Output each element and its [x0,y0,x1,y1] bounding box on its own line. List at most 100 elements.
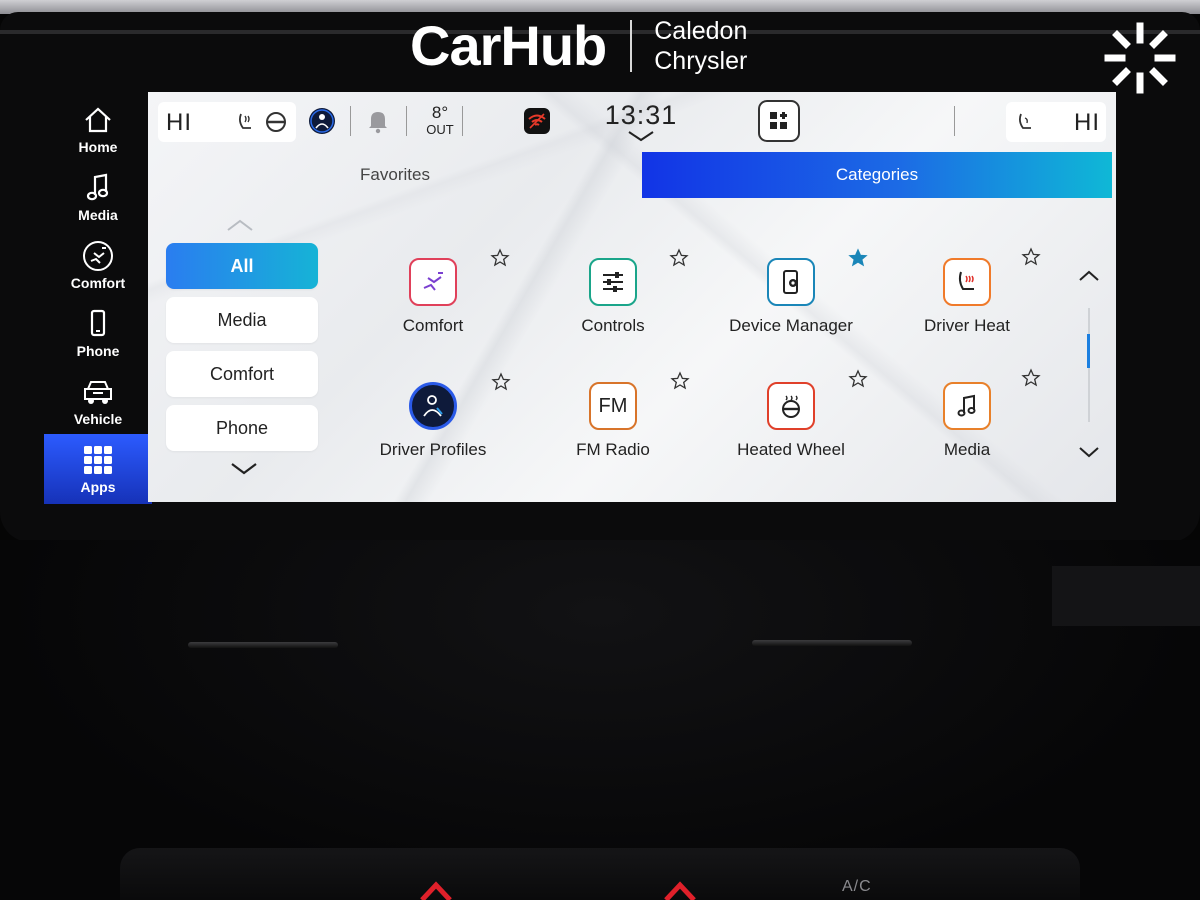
device-manager-icon [767,258,815,306]
app-tile-device-manager[interactable]: Device Manager [716,254,866,354]
chevron-up-icon[interactable] [1078,270,1100,282]
passenger-seat-icon[interactable] [1014,110,1038,134]
comfort-icon [83,241,113,271]
hvac-control-strip [120,848,1080,900]
app-tile-media[interactable]: Media [892,378,1042,478]
favorite-star-filled-icon[interactable] [848,248,868,268]
category-phone[interactable]: Phone [166,405,318,451]
driver-profile-icon [409,382,457,430]
chevron-down-icon[interactable] [1078,446,1100,458]
favorite-star-icon[interactable] [670,371,690,391]
category-comfort[interactable]: Comfort [166,351,318,397]
bell-icon[interactable] [366,108,390,134]
side-panel [1052,566,1200,626]
rail-item-label: Apps [80,479,116,495]
comfort-seat-icon [409,258,457,306]
favorite-star-icon[interactable] [1021,247,1041,267]
vehicle-icon [84,381,112,404]
rail-item-media[interactable]: Media [44,164,152,230]
passenger-climate-pill[interactable]: HI [1006,102,1106,142]
rail-item-label: Vehicle [73,411,123,427]
favorite-star-icon[interactable] [491,372,511,392]
app-tile-fm-radio[interactable]: FM FM Radio [538,378,688,478]
driver-fan-level: HI [166,109,192,136]
app-label: Heated Wheel [737,440,845,459]
carhub-watermark: CarHub Caledon Chrysler [410,14,810,78]
heated-wheel-icon[interactable] [264,110,288,134]
chevron-up-icon[interactable] [226,218,254,232]
outside-temperature: 8° OUT [422,104,458,138]
tab-favorites[interactable]: Favorites [148,152,642,198]
temperature-unit: OUT [426,122,454,137]
clock[interactable]: 13:31 [598,100,684,131]
status-divider [954,106,955,136]
chevron-down-icon[interactable] [230,462,258,476]
fm-radio-icon: FM [589,382,637,430]
category-media[interactable]: Media [166,297,318,343]
vent-slot-right [752,640,912,646]
rail-item-comfort[interactable]: Comfort [44,232,152,298]
app-label: Device Manager [729,316,853,335]
hazard-triangle-icon[interactable] [418,880,454,900]
favorite-star-icon[interactable] [669,248,689,268]
spinner-logo-icon [1104,22,1176,94]
dealer-line-1: Caledon [654,17,748,45]
app-label: Driver Profiles [379,440,487,459]
app-tile-driver-profiles[interactable]: Driver Profiles [358,378,508,478]
wifi-off-icon[interactable] [524,108,550,134]
app-grid-button[interactable] [758,100,800,142]
vent-slot-left [188,642,338,648]
temperature-value: 8° [431,103,449,122]
app-label: Controls [581,316,645,335]
watermark-divider [630,20,633,72]
passenger-fan-level: HI [1074,109,1100,136]
status-divider [462,106,463,136]
lower-dashboard [0,540,1200,900]
rail-item-label: Comfort [70,275,126,291]
driver-climate-pill[interactable]: HI [158,102,296,142]
favorite-star-icon[interactable] [1021,368,1041,388]
favorite-star-icon[interactable] [490,248,510,268]
heated-wheel-icon [767,382,815,430]
tab-bar: Favorites Categories [148,152,1116,198]
scrollbar-thumb[interactable] [1087,334,1090,368]
phone-icon [90,309,106,337]
rail-item-phone[interactable]: Phone [44,300,152,366]
infotainment-screen: HI 8° OUT 13:31 HI Favorites Categories … [148,92,1116,502]
app-tile-heated-wheel[interactable]: Heated Wheel [716,378,866,478]
app-label: Media [943,440,991,459]
sliders-icon [589,258,637,306]
app-tile-controls[interactable]: Controls [538,254,688,354]
favorite-star-icon[interactable] [848,369,868,389]
rail-item-home[interactable]: Home [44,96,152,162]
grid-add-icon [770,112,787,129]
carhub-logo: CarHub [410,14,607,77]
rail-item-apps[interactable]: Apps [44,434,152,504]
apps-grid-icon [84,446,112,474]
rail-item-vehicle[interactable]: Vehicle [44,368,152,434]
heated-seat-icon[interactable] [234,110,258,134]
category-all[interactable]: All [166,243,318,289]
rail-item-label: Home [78,139,118,155]
app-label: Driver Heat [924,316,1010,335]
home-icon [85,107,111,133]
fm-icon-text: FM [598,395,628,417]
status-bar: HI 8° OUT 13:31 HI [148,92,1116,150]
heated-seat-icon [943,258,991,306]
app-tile-comfort[interactable]: Comfort [358,254,508,354]
dealer-line-2: Chrysler [654,47,748,75]
driver-profile-icon[interactable] [308,107,336,135]
rail-item-label: Phone [76,343,120,359]
app-tile-driver-heat[interactable]: Driver Heat [892,254,1042,354]
rail-item-label: Media [78,207,118,223]
status-divider [350,106,351,136]
music-note-icon [86,173,109,201]
chevron-down-icon[interactable] [626,130,656,142]
app-label: FM Radio [576,440,650,459]
ac-button-label[interactable]: A/C [842,878,872,896]
app-label: Comfort [402,316,464,335]
tab-categories[interactable]: Categories [642,152,1112,198]
status-divider [406,106,407,136]
left-nav-rail: Home Media Comfort Phone Vehicle Apps [44,92,154,504]
hazard-triangle-icon[interactable] [662,880,698,900]
